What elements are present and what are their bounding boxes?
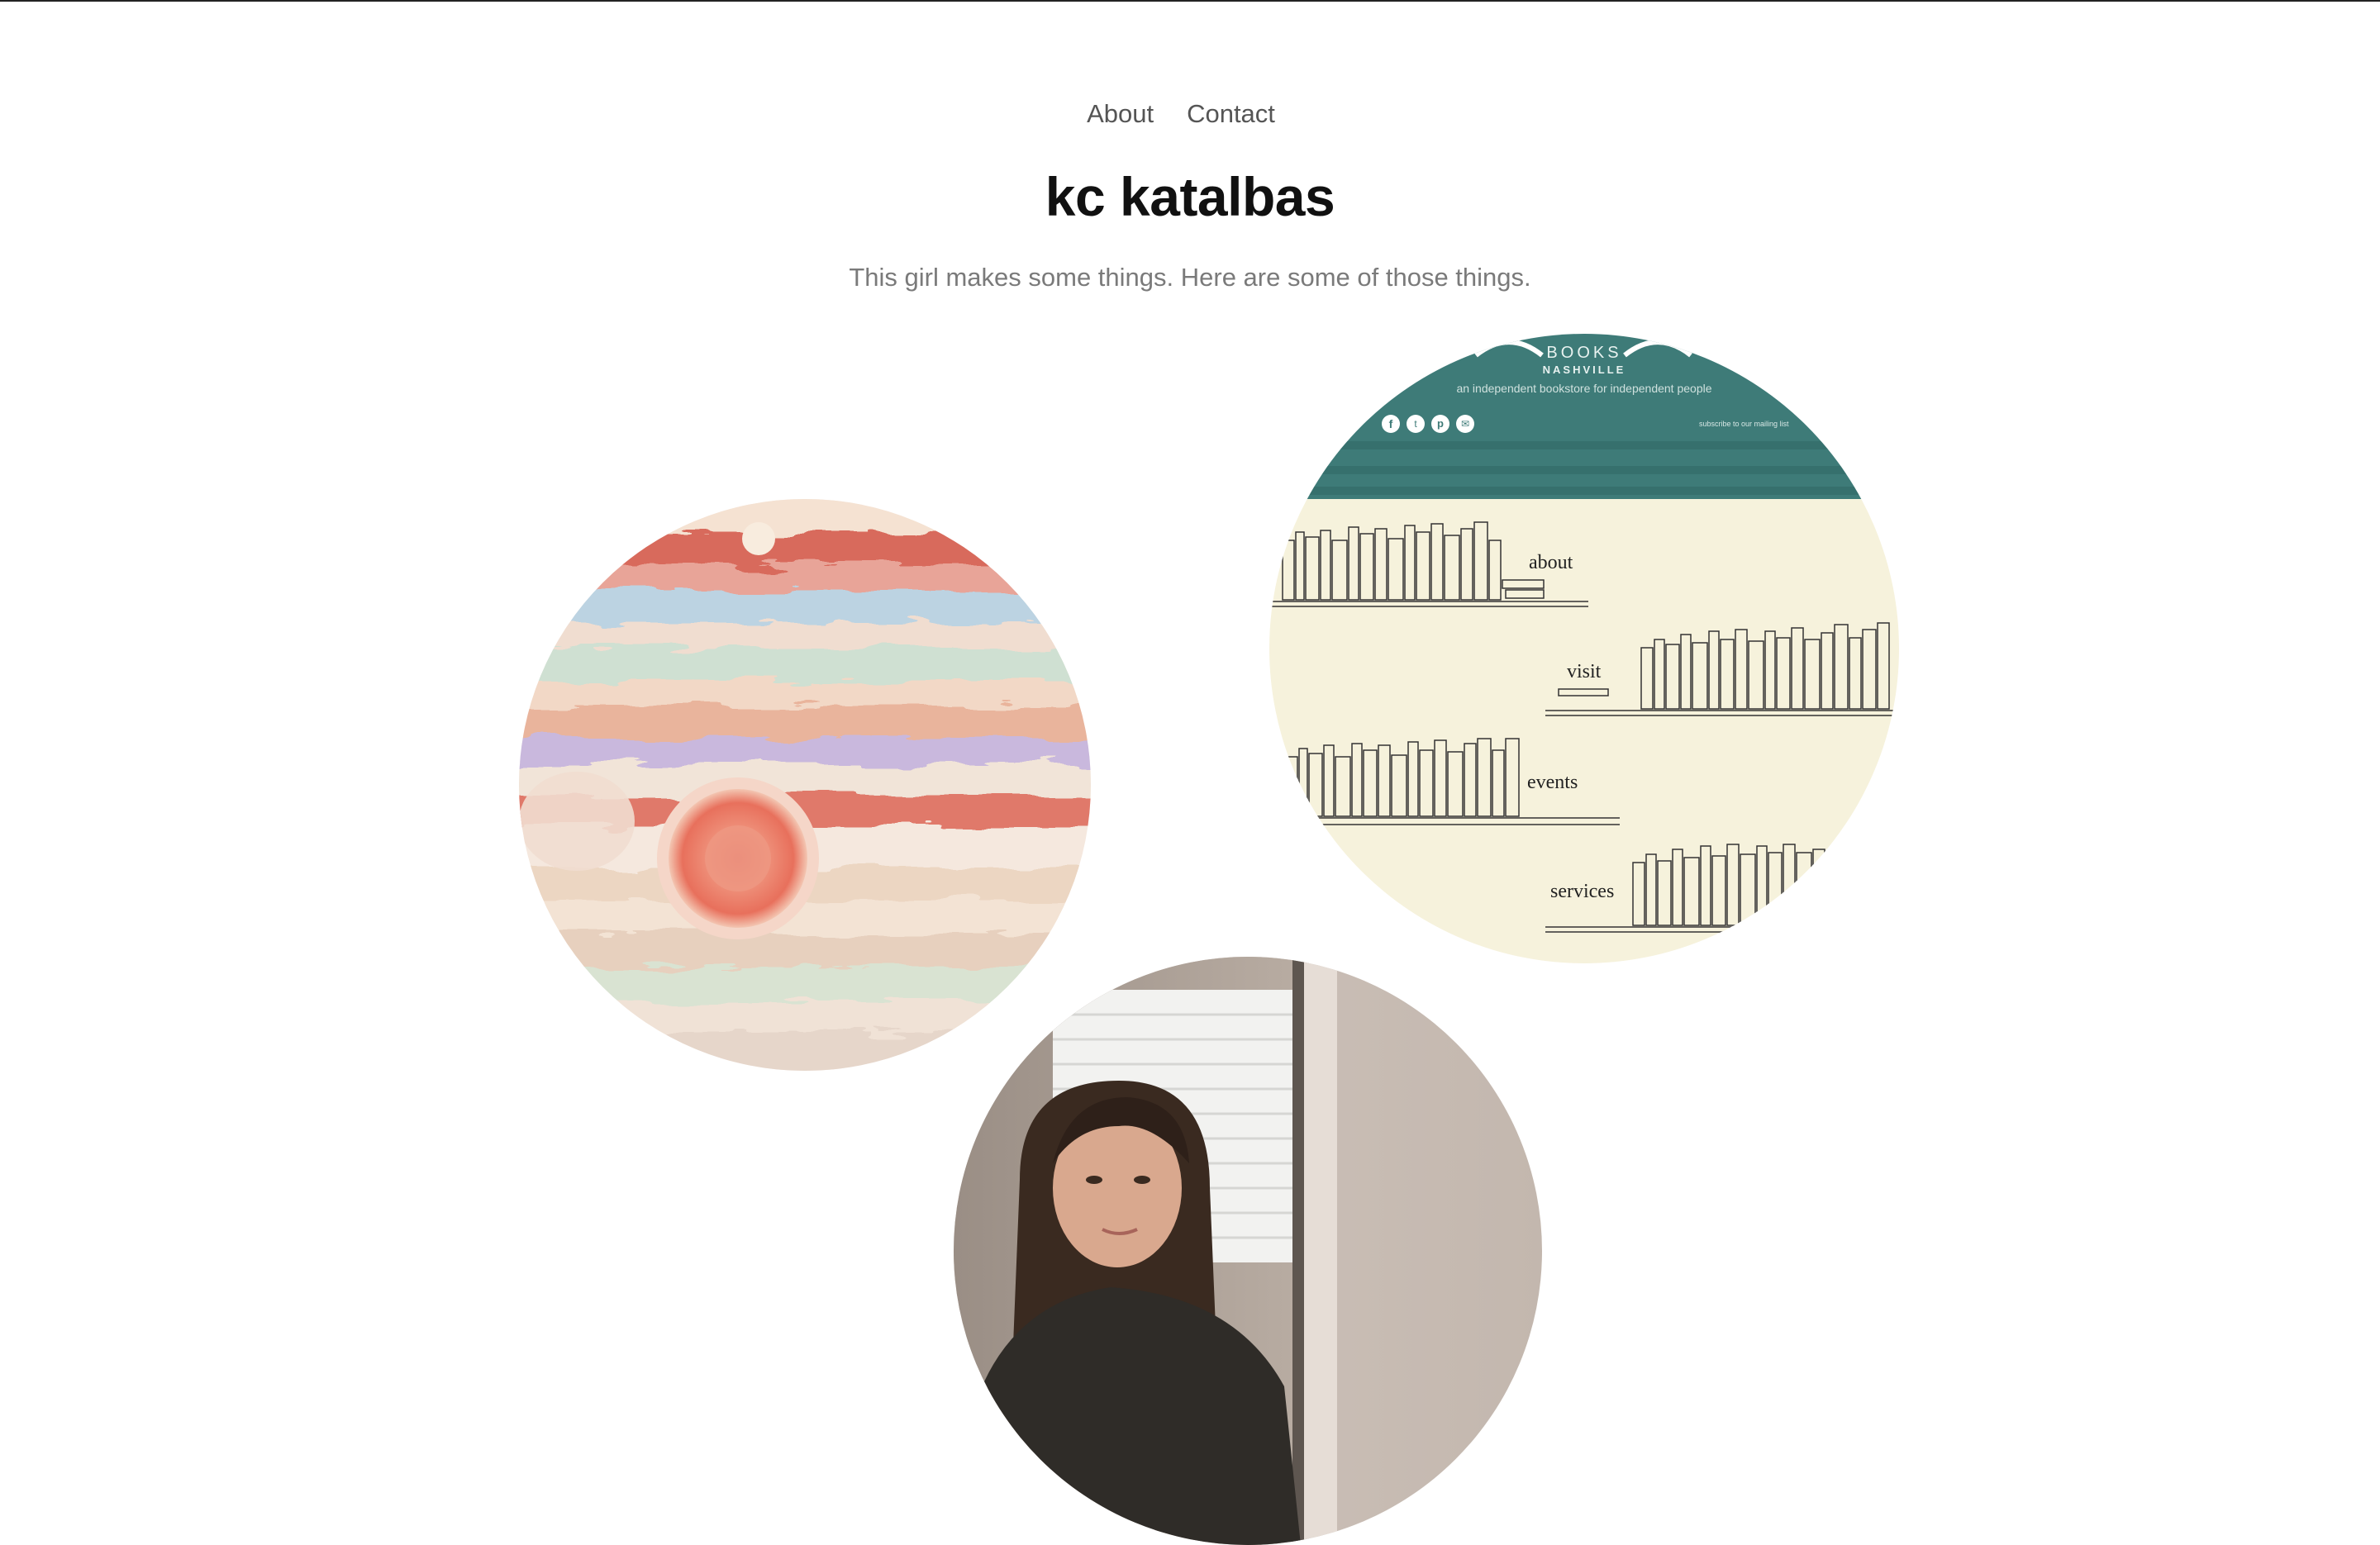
person-photo-image [954, 957, 1542, 1545]
nav-about-link[interactable]: About [1087, 99, 1154, 129]
bookstore-social-icons: f t p ✉ [1382, 415, 1474, 433]
top-border [0, 0, 2380, 2]
email-icon[interactable]: ✉ [1456, 415, 1474, 433]
pinterest-icon[interactable]: p [1431, 415, 1449, 433]
bookstore-header: BOOKS NASHVILLE an independent bookstore… [1269, 334, 1899, 499]
site-tagline: This girl makes some things. Here are so… [849, 263, 1531, 292]
bookstore-menu-services[interactable]: services [1550, 881, 1614, 903]
bookstore-city: NASHVILLE [1542, 364, 1626, 376]
facebook-icon[interactable]: f [1382, 415, 1400, 433]
bookstore-newsletter[interactable]: subscribe to our mailing list [1699, 420, 1789, 428]
bookstore-menu-about[interactable]: about [1529, 552, 1573, 574]
bookstore-menu-visit[interactable]: visit [1567, 661, 1601, 683]
main-nav: About Contact [0, 99, 2380, 129]
bookstore-menu-events[interactable]: events [1527, 772, 1578, 794]
site-title[interactable]: kc katalbas [0, 165, 2380, 228]
bookstore-name: BOOKS [1546, 344, 1622, 362]
project-person-photo[interactable] [954, 957, 1542, 1545]
project-jupiter-painting[interactable] [519, 499, 1091, 1071]
bookstore-tagline: an independent bookstore for independent… [1456, 382, 1712, 395]
nav-contact-link[interactable]: Contact [1187, 99, 1275, 129]
project-bookstore-website[interactable]: BOOKS NASHVILLE an independent bookstore… [1269, 334, 1899, 963]
bookstore-body: about visit events services [1269, 499, 1899, 963]
jupiter-painting-image [519, 499, 1091, 1071]
twitter-icon[interactable]: t [1407, 415, 1425, 433]
